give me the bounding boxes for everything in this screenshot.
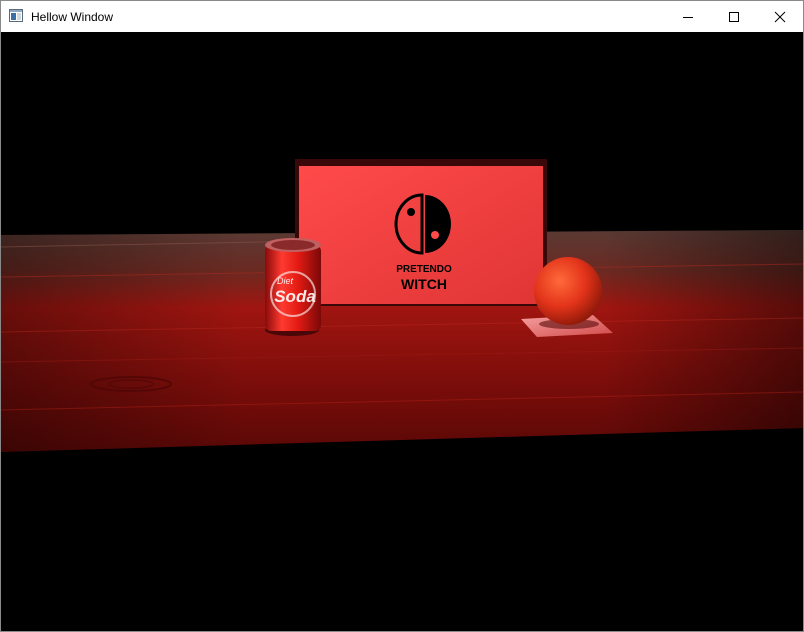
sign-line-1: PRETENDO: [396, 264, 452, 275]
title-bar[interactable]: Hellow Window: [1, 1, 803, 32]
render-viewport[interactable]: PRETENDO WITCH Diet Soda: [1, 32, 803, 631]
scene-canvas: PRETENDO WITCH Diet Soda: [1, 159, 803, 452]
close-button[interactable]: [757, 1, 803, 32]
close-icon: [774, 11, 786, 22]
maximize-button[interactable]: [711, 1, 757, 32]
app-window: Hellow Window PRETENDO WITCH Diet Soda: [0, 0, 804, 632]
window-title: Hellow Window: [31, 10, 114, 24]
minimize-icon: [683, 16, 693, 18]
minimize-button[interactable]: [665, 1, 711, 32]
can-label-word-1: Diet: [277, 276, 294, 286]
sign-line-2: WITCH: [401, 276, 447, 292]
soda-can: Diet Soda: [265, 238, 321, 336]
app-window-icon: [9, 9, 23, 22]
sign-board: PRETENDO WITCH: [295, 159, 547, 306]
maximize-icon: [729, 11, 739, 22]
can-label-word-2: Soda: [274, 287, 316, 306]
